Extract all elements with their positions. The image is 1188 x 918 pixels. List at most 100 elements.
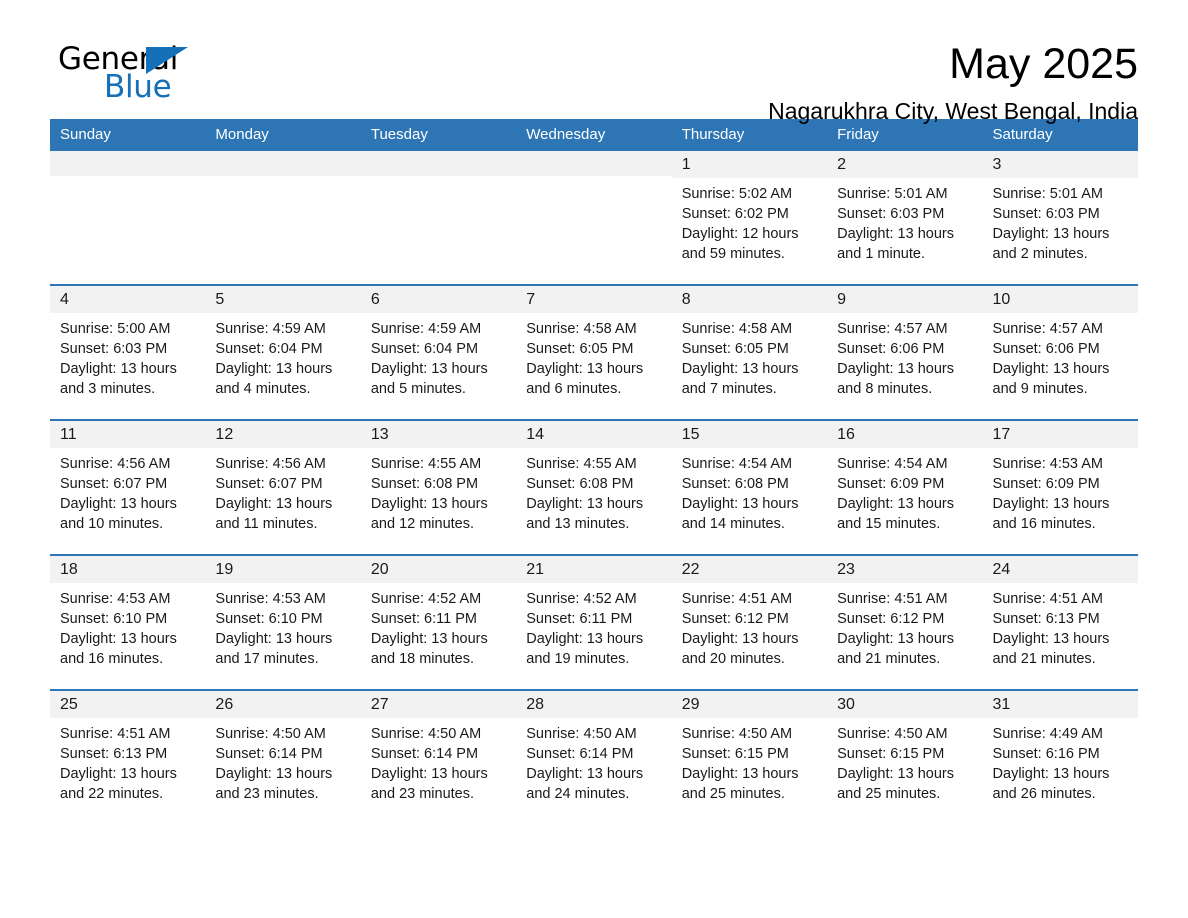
day-details: Sunrise: 4:51 AM Sunset: 6:13 PM Daylight:…: [50, 718, 205, 804]
calendar-day-cell[interactable]: 14 Sunrise: 4:55 AM Sunset: 6:08 PM Dayligh…: [516, 419, 672, 555]
calendar-day-cell[interactable]: 11 Sunrise: 4:56 AM Sunset: 6:07 PM Dayligh…: [50, 419, 206, 555]
calendar-day-cell[interactable]: 1 Sunrise: 5:02 AM Sunset: 6:02 PM Daylight…: [671, 151, 828, 285]
daylight-text: Daylight: 13 hours and 13 minutes.: [526, 496, 644, 533]
day-number: 14: [516, 421, 672, 449]
calendar-week-row: 18 Sunrise: 4:53 AM Sunset: 6:10 PM Dayligh…: [50, 554, 1138, 690]
day-cell-content: 24 Sunrise: 4:51 AM Sunset: 6:13 PM Dayligh…: [982, 556, 1138, 689]
calendar-day-cell[interactable]: 19 Sunrise: 4:53 AM Sunset: 6:10 PM Dayligh…: [205, 554, 361, 690]
day-cell-content: 10 Sunrise: 4:57 AM Sunset: 6:06 PM Dayligh…: [982, 286, 1138, 419]
sunset-text: Sunset: 6:12 PM: [837, 611, 945, 628]
day-number: 20: [360, 556, 517, 584]
day-details: Sunrise: 4:50 AM Sunset: 6:15 PM Daylight:…: [672, 718, 827, 804]
sunset-text: Sunset: 6:09 PM: [992, 476, 1100, 493]
daylight-text: Daylight: 13 hours and 16 minutes.: [60, 631, 177, 668]
day-cell-content: 21 Sunrise: 4:52 AM Sunset: 6:11 PM Dayligh…: [516, 556, 672, 689]
sunset-text: Sunset: 6:15 PM: [837, 746, 945, 763]
daylight-text: Daylight: 13 hours and 11 minutes.: [215, 496, 333, 533]
sunset-text: Sunset: 6:15 PM: [681, 746, 789, 763]
calendar-day-cell[interactable]: 26 Sunrise: 4:50 AM Sunset: 6:14 PM Dayligh…: [205, 689, 361, 824]
sunrise-text: Sunrise: 4:50 AM: [837, 726, 948, 743]
sunrise-text: Sunrise: 4:59 AM: [370, 321, 482, 338]
calendar-day-cell[interactable]: 8 Sunrise: 4:58 AM Sunset: 6:05 PM Daylight…: [671, 284, 828, 420]
day-cell-content: 5 Sunrise: 4:59 AM Sunset: 6:04 PM Daylight…: [205, 286, 361, 419]
calendar-day-cell[interactable]: 6 Sunrise: 4:59 AM Sunset: 6:04 PM Daylight…: [360, 284, 517, 420]
day-cell-content: 7 Sunrise: 4:58 AM Sunset: 6:05 PM Daylight…: [516, 286, 672, 419]
day-number: 27: [360, 691, 517, 719]
daylight-text: Daylight: 13 hours and 26 minutes.: [992, 766, 1110, 803]
sunrise-text: Sunrise: 4:55 AM: [526, 456, 637, 473]
sunrise-text: Sunrise: 4:52 AM: [526, 591, 637, 608]
calendar-day-cell[interactable]: 10 Sunrise: 4:57 AM Sunset: 6:06 PM Dayligh…: [982, 284, 1138, 420]
calendar-day-cell[interactable]: 21 Sunrise: 4:52 AM Sunset: 6:11 PM Dayligh…: [516, 554, 672, 690]
day-cell-content: 23 Sunrise: 4:51 AM Sunset: 6:12 PM Dayligh…: [827, 556, 983, 689]
sunset-text: Sunset: 6:08 PM: [370, 476, 479, 493]
calendar-day-cell[interactable]: 4 Sunrise: 5:00 AM Sunset: 6:03 PM Daylight…: [50, 284, 206, 420]
sunrise-text: Sunrise: 4:51 AM: [681, 591, 793, 608]
day-number: 2: [827, 151, 983, 179]
sunset-text: Sunset: 6:04 PM: [370, 341, 479, 358]
sunset-text: Sunset: 6:06 PM: [992, 341, 1100, 358]
day-number: 21: [516, 556, 672, 584]
day-cell-content: 12 Sunrise: 4:56 AM Sunset: 6:07 PM Dayligh…: [205, 421, 361, 554]
calendar-day-cell[interactable]: [205, 151, 361, 285]
day-details: Sunrise: 4:56 AM Sunset: 6:07 PM Daylight:…: [50, 448, 205, 534]
calendar-day-cell[interactable]: 17 Sunrise: 4:53 AM Sunset: 6:09 PM Dayligh…: [982, 419, 1138, 555]
day-details: Sunrise: 4:50 AM Sunset: 6:14 PM Daylight:…: [205, 718, 360, 804]
calendar-week-row: 11 Sunrise: 4:56 AM Sunset: 6:07 PM Dayligh…: [50, 419, 1138, 555]
calendar-day-cell[interactable]: 2 Sunrise: 5:01 AM Sunset: 6:03 PM Daylight…: [827, 151, 983, 285]
day-number: 8: [671, 286, 828, 314]
calendar-day-cell[interactable]: 30 Sunrise: 4:50 AM Sunset: 6:15 PM Dayligh…: [827, 689, 983, 824]
calendar-day-cell[interactable]: 20 Sunrise: 4:52 AM Sunset: 6:11 PM Dayligh…: [360, 554, 517, 690]
calendar-day-cell[interactable]: 22 Sunrise: 4:51 AM Sunset: 6:12 PM Dayligh…: [671, 554, 828, 690]
calendar-day-cell[interactable]: 16 Sunrise: 4:54 AM Sunset: 6:09 PM Dayligh…: [827, 419, 983, 555]
calendar-day-cell[interactable]: [360, 151, 517, 285]
daylight-text: Daylight: 13 hours and 14 minutes.: [681, 496, 799, 533]
calendar-day-cell[interactable]: 3 Sunrise: 5:01 AM Sunset: 6:03 PM Daylight…: [982, 151, 1138, 285]
calendar-day-cell[interactable]: 9 Sunrise: 4:57 AM Sunset: 6:06 PM Daylight…: [827, 284, 983, 420]
calendar-day-cell[interactable]: 23 Sunrise: 4:51 AM Sunset: 6:12 PM Dayligh…: [827, 554, 983, 690]
sunset-text: Sunset: 6:08 PM: [681, 476, 789, 493]
calendar-day-cell[interactable]: 29 Sunrise: 4:50 AM Sunset: 6:15 PM Dayligh…: [671, 689, 828, 824]
logo-text-blue: Blue: [104, 69, 172, 105]
daylight-text: Daylight: 13 hours and 9 minutes.: [992, 361, 1110, 398]
calendar-day-cell[interactable]: 15 Sunrise: 4:54 AM Sunset: 6:08 PM Dayligh…: [671, 419, 828, 555]
calendar-day-cell[interactable]: 24 Sunrise: 4:51 AM Sunset: 6:13 PM Dayligh…: [982, 554, 1138, 690]
day-cell-content: 16 Sunrise: 4:54 AM Sunset: 6:09 PM Dayligh…: [827, 421, 983, 554]
day-number: 31: [982, 691, 1138, 719]
daylight-text: Daylight: 13 hours and 3 minutes.: [60, 361, 177, 398]
day-cell-content: 27 Sunrise: 4:50 AM Sunset: 6:14 PM Dayligh…: [360, 691, 517, 824]
calendar-day-cell[interactable]: 25 Sunrise: 4:51 AM Sunset: 6:13 PM Dayligh…: [50, 689, 206, 824]
calendar-day-cell[interactable]: 27 Sunrise: 4:50 AM Sunset: 6:14 PM Dayligh…: [360, 689, 517, 824]
calendar-day-cell[interactable]: 7 Sunrise: 4:58 AM Sunset: 6:05 PM Daylight…: [516, 284, 672, 420]
daylight-text: Daylight: 13 hours and 17 minutes.: [215, 631, 333, 668]
day-number: 11: [50, 421, 206, 449]
calendar-week-row: 25 Sunrise: 4:51 AM Sunset: 6:13 PM Dayligh…: [50, 689, 1138, 824]
day-cell-content: 15 Sunrise: 4:54 AM Sunset: 6:08 PM Dayligh…: [671, 421, 828, 554]
daylight-text: Daylight: 13 hours and 25 minutes.: [837, 766, 954, 803]
sunrise-text: Sunrise: 4:50 AM: [370, 726, 482, 743]
calendar-day-cell[interactable]: 28 Sunrise: 4:50 AM Sunset: 6:14 PM Dayligh…: [516, 689, 672, 824]
calendar-day-cell[interactable]: 12 Sunrise: 4:56 AM Sunset: 6:07 PM Dayligh…: [205, 419, 361, 555]
day-details: Sunrise: 4:50 AM Sunset: 6:14 PM Daylight:…: [516, 718, 671, 804]
day-details: Sunrise: 4:49 AM Sunset: 6:16 PM Daylight:…: [983, 718, 1138, 804]
day-details: Sunrise: 4:59 AM Sunset: 6:04 PM Daylight:…: [361, 313, 516, 399]
sunset-text: Sunset: 6:11 PM: [370, 611, 477, 628]
day-number: 24: [982, 556, 1138, 584]
sunset-text: Sunset: 6:12 PM: [681, 611, 789, 628]
calendar-day-cell[interactable]: [516, 151, 672, 285]
calendar-day-cell[interactable]: 18 Sunrise: 4:53 AM Sunset: 6:10 PM Dayligh…: [50, 554, 206, 690]
calendar-day-cell[interactable]: [50, 151, 206, 285]
calendar-day-cell[interactable]: 5 Sunrise: 4:59 AM Sunset: 6:04 PM Daylight…: [205, 284, 361, 420]
daylight-text: Daylight: 13 hours and 10 minutes.: [60, 496, 177, 533]
day-cell-content: 31 Sunrise: 4:49 AM Sunset: 6:16 PM Dayligh…: [982, 691, 1138, 824]
day-details: Sunrise: 4:53 AM Sunset: 6:10 PM Daylight:…: [50, 583, 205, 669]
daylight-text: Daylight: 13 hours and 6 minutes.: [526, 361, 644, 398]
day-details: Sunrise: 4:52 AM Sunset: 6:11 PM Daylight:…: [361, 583, 516, 669]
daylight-text: Daylight: 13 hours and 21 minutes.: [992, 631, 1110, 668]
day-cell-content: 22 Sunrise: 4:51 AM Sunset: 6:12 PM Dayligh…: [671, 556, 828, 689]
day-cell-content: 11 Sunrise: 4:56 AM Sunset: 6:07 PM Dayligh…: [50, 421, 206, 554]
calendar-day-cell[interactable]: 31 Sunrise: 4:49 AM Sunset: 6:16 PM Dayligh…: [982, 689, 1138, 824]
sunset-text: Sunset: 6:14 PM: [526, 746, 634, 763]
calendar-day-cell[interactable]: 13 Sunrise: 4:55 AM Sunset: 6:08 PM Dayligh…: [360, 419, 517, 555]
daylight-text: Daylight: 13 hours and 8 minutes.: [837, 361, 954, 398]
